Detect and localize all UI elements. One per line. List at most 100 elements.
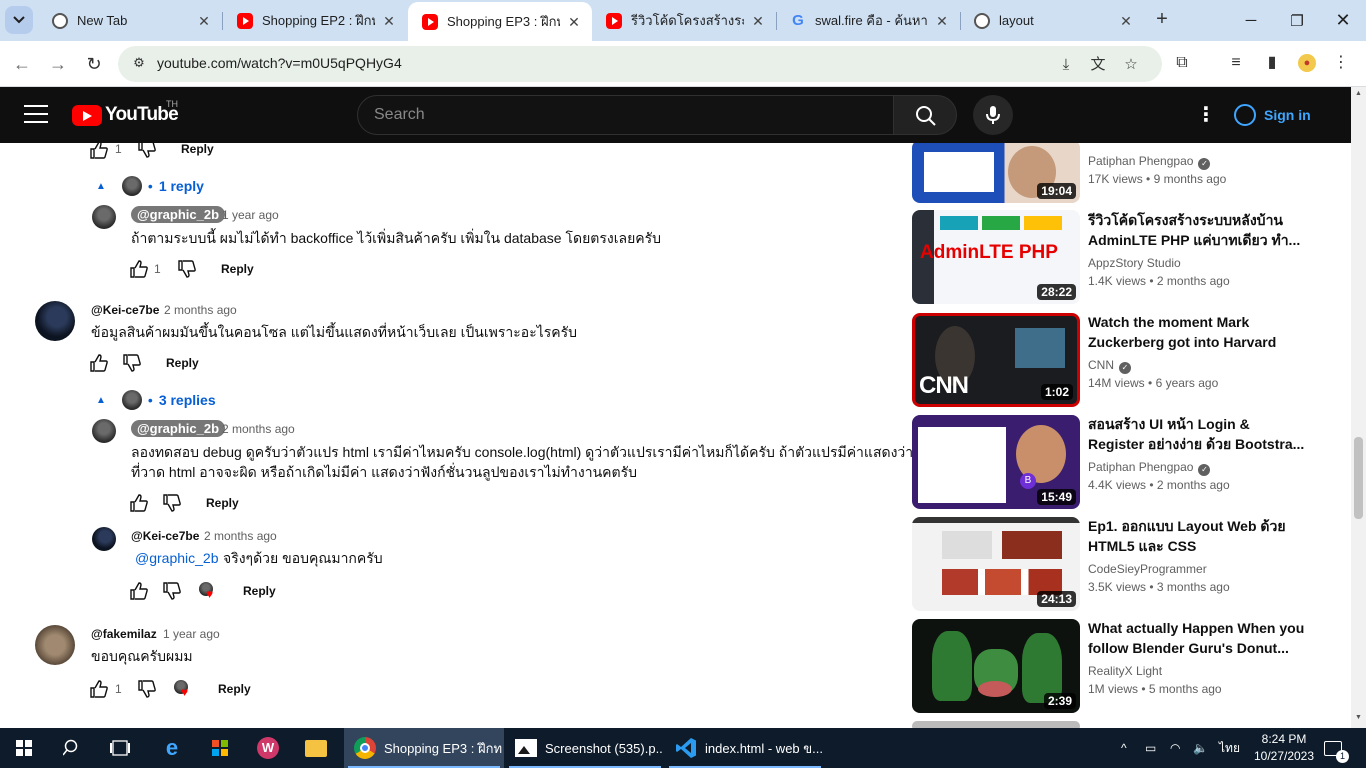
- extensions-icon[interactable]: ⧉: [1171, 52, 1193, 74]
- show-hidden-icons[interactable]: ^: [1121, 728, 1127, 768]
- comment-author[interactable]: @graphic_2b: [131, 420, 226, 437]
- profile-avatar-icon[interactable]: ●: [1298, 54, 1316, 72]
- tab-shopping-ep3[interactable]: Shopping EP3 : ฝึกทำ ✕: [408, 2, 592, 41]
- store-app[interactable]: [196, 728, 244, 768]
- tab-review-code[interactable]: รีวิวโค้ดโครงสร้างระบบหลั ✕: [592, 0, 776, 41]
- search-button[interactable]: [893, 95, 957, 135]
- tab-search-button[interactable]: [5, 6, 33, 34]
- reload-button[interactable]: ↻: [80, 50, 108, 78]
- comment-author[interactable]: @fakemilaz: [91, 627, 157, 641]
- video-title[interactable]: รีวิวโค้ดโครงสร้างระบบหลังบ้าน AdminLTE …: [1088, 210, 1308, 250]
- comment-time[interactable]: 1 year ago: [163, 627, 220, 641]
- tab-swal-search[interactable]: G swal.fire คือ - ค้นหาด้ ✕: [776, 0, 960, 41]
- video-thumbnail[interactable]: B 15:49: [912, 415, 1080, 509]
- comment-author[interactable]: @Kei-ce7be: [131, 529, 199, 543]
- dislike-icon[interactable]: [162, 581, 182, 601]
- avatar[interactable]: [35, 625, 75, 665]
- video-thumbnail[interactable]: AdminLTE PHP 28:22: [912, 210, 1080, 304]
- avatar[interactable]: [92, 205, 116, 229]
- wifi-icon[interactable]: ◠: [1170, 728, 1180, 768]
- replies-count-link[interactable]: 1 reply: [159, 178, 204, 194]
- side-panel-icon[interactable]: ▮: [1261, 52, 1283, 74]
- reply-button[interactable]: Reply: [221, 262, 254, 276]
- video-thumbnail[interactable]: CNN 1:02: [912, 313, 1080, 407]
- video-channel[interactable]: RealityX Light: [1088, 664, 1162, 678]
- dislike-icon[interactable]: [137, 679, 157, 699]
- video-title[interactable]: Ep1. ออกแบบ Layout Web ด้วย HTML5 และ CS…: [1088, 516, 1308, 556]
- site-info-icon[interactable]: ⚙: [130, 55, 148, 73]
- search-input[interactable]: [374, 104, 874, 126]
- reply-button[interactable]: Reply: [218, 682, 251, 696]
- like-icon[interactable]: [129, 581, 149, 601]
- video-channel[interactable]: AppzStory Studio: [1088, 256, 1181, 270]
- edge-app[interactable]: e: [148, 728, 196, 768]
- tab-shopping-ep2[interactable]: Shopping EP2 : ฝึกทำ ✕: [223, 0, 407, 41]
- comment-author[interactable]: @Kei-ce7be: [91, 303, 159, 317]
- close-icon[interactable]: ✕: [566, 14, 582, 30]
- replies-toggle[interactable]: ▲ • 1 reply: [96, 176, 204, 196]
- battery-icon[interactable]: ▭: [1145, 728, 1156, 768]
- restore-button[interactable]: ❐: [1274, 0, 1320, 41]
- comment-time[interactable]: 2 months ago: [222, 422, 295, 436]
- reply-button[interactable]: Reply: [181, 143, 214, 156]
- volume-icon[interactable]: 🔈: [1193, 728, 1208, 768]
- video-thumbnail[interactable]: 19:04: [912, 143, 1080, 203]
- scrollbar-thumb[interactable]: [1354, 437, 1363, 519]
- task-view-button[interactable]: [96, 728, 144, 768]
- like-icon[interactable]: [129, 259, 149, 279]
- channel-name[interactable]: Patiphan Phengpao: [1088, 460, 1193, 474]
- media-controls-icon[interactable]: ≡: [1225, 52, 1247, 74]
- video-channel[interactable]: CNN ✓: [1088, 358, 1131, 374]
- comment-author[interactable]: @graphic_2b: [131, 206, 226, 223]
- url-text[interactable]: youtube.com/watch?v=m0U5qPQHyG4: [157, 55, 402, 71]
- scroll-down-arrow[interactable]: ▼: [1354, 714, 1363, 721]
- file-explorer-app[interactable]: [292, 728, 340, 768]
- reply-button[interactable]: Reply: [206, 496, 239, 510]
- close-icon[interactable]: ✕: [750, 13, 766, 29]
- replies-toggle[interactable]: ▲ • 3 replies: [96, 390, 216, 410]
- mention-link[interactable]: @graphic_2b: [135, 550, 219, 566]
- reply-button[interactable]: Reply: [166, 356, 199, 370]
- channel-name[interactable]: CNN: [1088, 358, 1114, 372]
- minimize-button[interactable]: ─: [1228, 0, 1274, 41]
- comment-time[interactable]: 2 months ago: [204, 529, 277, 543]
- scroll-up-arrow[interactable]: ▲: [1354, 90, 1363, 97]
- menu-icon[interactable]: [24, 105, 48, 125]
- new-tab-button[interactable]: +: [1150, 8, 1174, 32]
- taskbar-clock[interactable]: 8:24 PM 10/27/2023: [1252, 731, 1316, 765]
- video-title[interactable]: สอนสร้าง UI หน้า Login & Register อย่างง…: [1088, 414, 1308, 454]
- voice-search-button[interactable]: [973, 95, 1013, 135]
- browser-menu-icon[interactable]: ⋮: [1330, 52, 1352, 74]
- install-app-icon[interactable]: ⤓: [1056, 55, 1076, 75]
- channel-name[interactable]: CodeSieyProgrammer: [1088, 562, 1207, 576]
- bookmark-star-icon[interactable]: ☆: [1121, 55, 1141, 75]
- taskbar-vscode-window[interactable]: index.html - web ข...: [665, 728, 825, 768]
- close-icon[interactable]: ✕: [1118, 13, 1134, 29]
- tab-new-tab[interactable]: New Tab ✕: [38, 0, 222, 41]
- like-icon[interactable]: [89, 679, 109, 699]
- back-button[interactable]: ←: [8, 50, 36, 78]
- reply-button[interactable]: Reply: [243, 584, 276, 598]
- replies-count-link[interactable]: 3 replies: [159, 392, 216, 408]
- avatar[interactable]: [92, 419, 116, 443]
- avatar[interactable]: [35, 301, 75, 341]
- video-thumbnail[interactable]: [912, 721, 1080, 728]
- comment-time[interactable]: 2 months ago: [164, 303, 237, 317]
- like-icon[interactable]: [129, 493, 149, 513]
- dislike-icon[interactable]: [177, 259, 197, 279]
- channel-name[interactable]: Patiphan Phengpao: [1088, 154, 1193, 168]
- more-options-icon[interactable]: ⋮: [1194, 103, 1218, 127]
- start-button[interactable]: [0, 728, 48, 768]
- taskbar-search-button[interactable]: [48, 728, 96, 768]
- video-channel[interactable]: CodeSieyProgrammer: [1088, 562, 1207, 576]
- like-icon[interactable]: [89, 353, 109, 373]
- youtube-logo[interactable]: YouTube TH: [72, 99, 179, 126]
- notification-center-button[interactable]: 1: [1324, 728, 1349, 768]
- close-icon[interactable]: ✕: [196, 13, 212, 29]
- language-indicator[interactable]: ไทย: [1219, 728, 1240, 768]
- dislike-icon[interactable]: [122, 353, 142, 373]
- like-icon[interactable]: [89, 143, 109, 160]
- channel-name[interactable]: RealityX Light: [1088, 664, 1162, 678]
- tab-layout[interactable]: layout ✕: [960, 0, 1144, 41]
- translate-icon[interactable]: 文: [1088, 55, 1108, 75]
